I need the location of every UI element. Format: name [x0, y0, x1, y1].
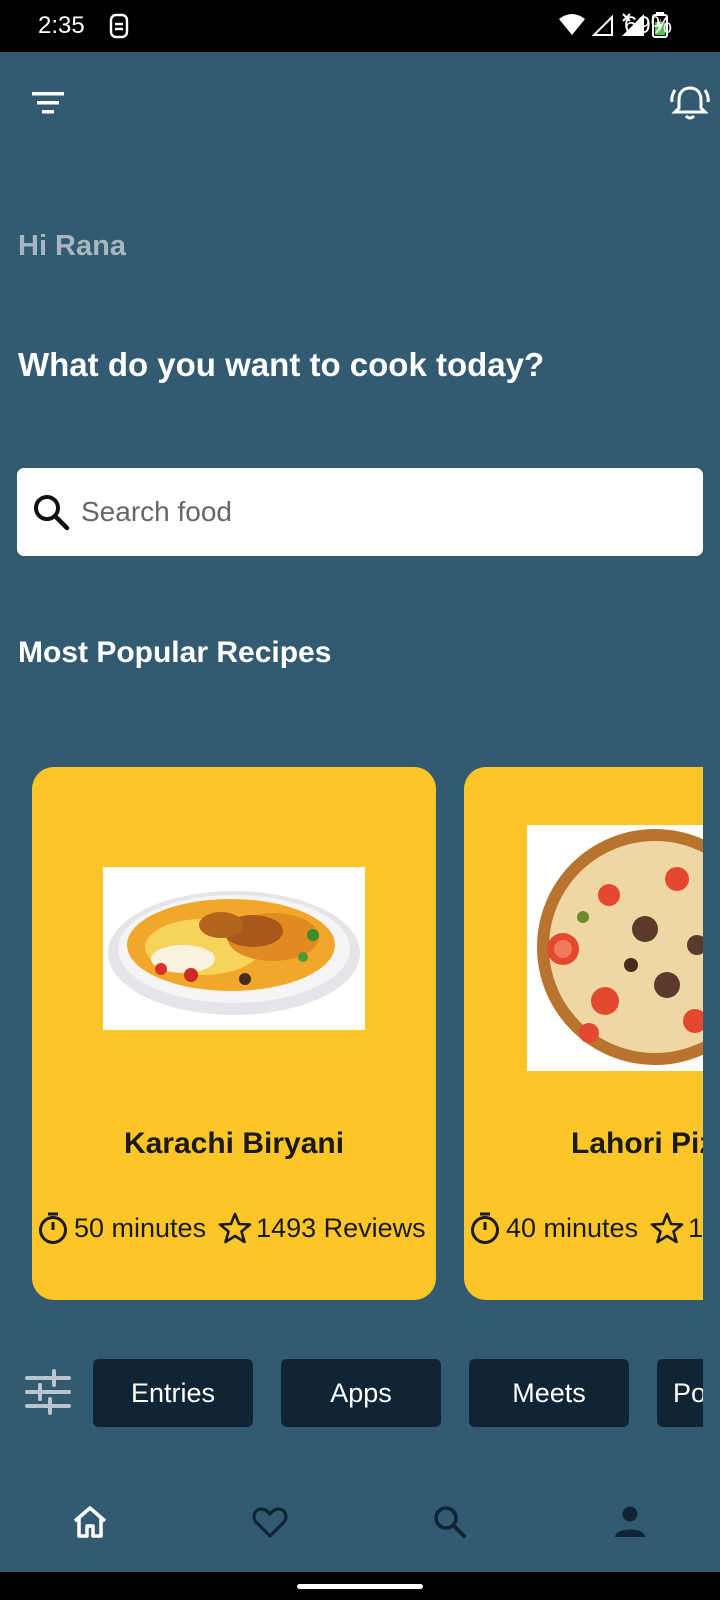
sliders-icon[interactable]: [24, 1368, 72, 1416]
recipe-meta: 50 minutes 1493 Reviews: [36, 1211, 426, 1245]
recipe-image-pizza: [527, 825, 703, 1071]
chip-po[interactable]: Po: [657, 1359, 703, 1427]
recipe-card[interactable]: Lahori Piz 40 minutes 1: [464, 767, 703, 1300]
chip-meets[interactable]: Meets: [469, 1359, 629, 1427]
wifi-icon: [559, 14, 585, 35]
star-icon: [218, 1212, 252, 1244]
timer-icon: [39, 1212, 67, 1244]
status-bar: 2:35 69%: [0, 0, 720, 52]
search-input[interactable]: [81, 468, 681, 556]
bell-icon[interactable]: [668, 80, 712, 124]
recipe-reviews: 1: [688, 1212, 703, 1243]
bottom-navigation: [0, 1472, 720, 1572]
screenshot-app-icon: [109, 13, 129, 39]
status-time: 2:35: [38, 12, 85, 39]
timer-icon: [471, 1212, 499, 1244]
heart-icon: [252, 1507, 288, 1538]
recipe-reviews: 1493 Reviews: [256, 1212, 426, 1243]
recipe-meta: 40 minutes 1: [468, 1211, 703, 1245]
recipe-carousel[interactable]: Karachi Biryani 50 minutes 1493 Reviews: [0, 765, 703, 1305]
chip-apps[interactable]: Apps: [281, 1359, 441, 1427]
nav-favorites[interactable]: [240, 1492, 300, 1552]
gesture-bar: [0, 1572, 720, 1600]
search-icon: [34, 495, 70, 531]
chip-entries[interactable]: Entries: [93, 1359, 253, 1427]
section-title-popular-recipes: Most Popular Recipes: [18, 636, 332, 669]
recipe-image-biryani: [103, 867, 365, 1030]
recipe-time: 40 minutes: [506, 1212, 639, 1243]
category-chips[interactable]: Entries Apps Meets Po: [0, 1354, 703, 1428]
app-header: [0, 52, 720, 152]
search-icon: [434, 1506, 466, 1538]
home-icon: [73, 1506, 107, 1538]
page-title: What do you want to cook today?: [18, 346, 545, 383]
recipe-card[interactable]: Karachi Biryani 50 minutes 1493 Reviews: [32, 767, 436, 1300]
search-box[interactable]: [17, 468, 703, 556]
person-icon: [615, 1506, 645, 1537]
battery-percentage: 69%: [624, 12, 673, 39]
nav-search[interactable]: [420, 1492, 480, 1552]
nav-profile[interactable]: [600, 1492, 660, 1552]
greeting: Hi Rana: [18, 230, 126, 262]
menu-icon[interactable]: [28, 86, 68, 120]
recipe-time: 50 minutes: [74, 1212, 207, 1243]
star-icon: [650, 1212, 684, 1244]
home-gesture-handle[interactable]: [297, 1584, 423, 1589]
recipe-title: Karachi Biryani: [123, 1127, 345, 1160]
signal-icon: [592, 14, 613, 36]
nav-home[interactable]: [60, 1492, 120, 1552]
recipe-title: Lahori Piz: [571, 1127, 703, 1160]
